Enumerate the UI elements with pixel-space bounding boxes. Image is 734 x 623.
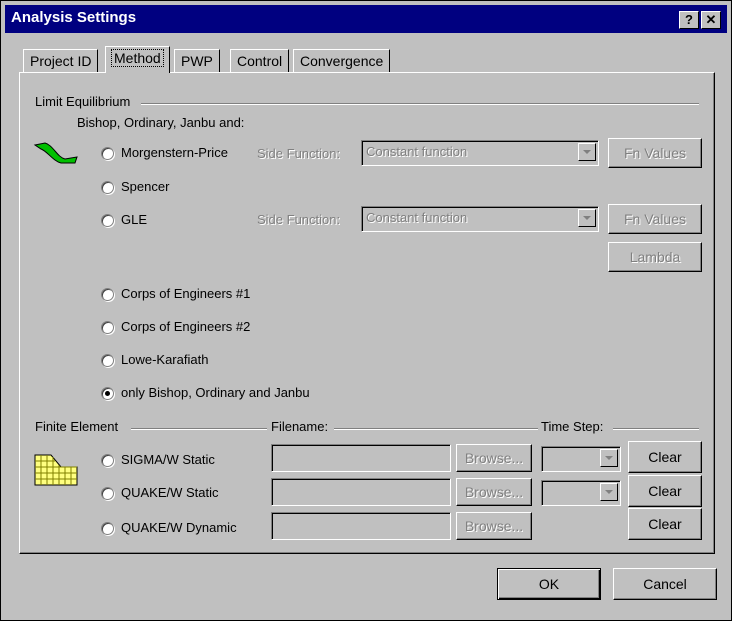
cancel-button[interactable]: Cancel bbox=[613, 568, 717, 600]
quake-static-time-step-dropdown[interactable] bbox=[541, 480, 621, 506]
morgenstern-price-radio[interactable] bbox=[101, 147, 114, 160]
quake-static-label: QUAKE/W Static bbox=[121, 485, 219, 500]
sigma-static-clear-button[interactable]: Clear bbox=[628, 441, 702, 473]
limit-equilibrium-group-label: Limit Equilibrium bbox=[35, 94, 131, 109]
group-divider bbox=[131, 428, 267, 430]
only-bishop-label: only Bishop, Ordinary and Janbu bbox=[121, 385, 310, 400]
spencer-label: Spencer bbox=[121, 179, 170, 194]
lowe-karafiath-radio[interactable] bbox=[101, 354, 114, 367]
sigma-static-radio[interactable] bbox=[101, 454, 114, 467]
quake-static-browse-button[interactable]: Browse... bbox=[456, 478, 532, 506]
corps2-radio[interactable] bbox=[101, 321, 114, 334]
slope-icon bbox=[33, 142, 78, 164]
tab-method[interactable]: Method bbox=[105, 46, 170, 73]
sigma-static-filename-field[interactable] bbox=[271, 444, 451, 472]
side-function-value: Constant function bbox=[366, 144, 468, 159]
quake-static-clear-button[interactable]: Clear bbox=[628, 475, 702, 507]
lambda-button[interactable]: Lambda bbox=[608, 242, 702, 272]
morgenstern-price-label: Morgenstern-Price bbox=[121, 145, 228, 160]
sigma-static-time-step-dropdown[interactable] bbox=[541, 446, 621, 472]
group-divider bbox=[613, 428, 699, 430]
title-bar[interactable]: Analysis Settings ? ✕ bbox=[5, 5, 727, 33]
side-function-value: Constant function bbox=[366, 210, 468, 225]
quake-dynamic-browse-button[interactable]: Browse... bbox=[456, 512, 532, 540]
finite-element-grid-icon bbox=[34, 454, 78, 486]
sigma-static-label: SIGMA/W Static bbox=[121, 452, 215, 467]
fn-values-button[interactable]: Fn Values bbox=[608, 138, 702, 168]
time-step-label: Time Step: bbox=[541, 419, 604, 434]
chevron-down-icon[interactable] bbox=[600, 449, 618, 467]
tab-label: Project ID bbox=[30, 53, 92, 69]
lowe-karafiath-label: Lowe-Karafiath bbox=[121, 352, 209, 367]
tab-label: Method bbox=[111, 49, 164, 67]
side-function-dropdown[interactable]: Constant function bbox=[361, 140, 599, 166]
corps1-label: Corps of Engineers #1 bbox=[121, 286, 251, 301]
side-function-label: Side Function: bbox=[257, 146, 341, 161]
quake-static-radio[interactable] bbox=[101, 487, 114, 500]
sigma-static-browse-button[interactable]: Browse... bbox=[456, 444, 532, 472]
chevron-down-icon[interactable] bbox=[578, 209, 596, 227]
chevron-down-icon[interactable] bbox=[600, 483, 618, 501]
gle-fn-values-button[interactable]: Fn Values bbox=[608, 204, 702, 234]
finite-element-group-label: Finite Element bbox=[35, 419, 119, 434]
gle-radio[interactable] bbox=[101, 214, 114, 227]
filename-label: Filename: bbox=[271, 419, 329, 434]
tab-label: Control bbox=[237, 53, 283, 69]
tab-project-id[interactable]: Project ID bbox=[23, 49, 99, 73]
tab-convergence[interactable]: Convergence bbox=[293, 49, 391, 73]
side-function-label: Side Function: bbox=[257, 212, 341, 227]
help-button[interactable]: ? bbox=[679, 11, 699, 29]
analysis-settings-dialog: Analysis Settings ? ✕ Project ID Method … bbox=[0, 0, 732, 621]
chevron-down-icon[interactable] bbox=[578, 143, 596, 161]
corps1-radio[interactable] bbox=[101, 288, 114, 301]
tab-label: Convergence bbox=[300, 53, 384, 69]
ok-button[interactable]: OK bbox=[497, 568, 601, 600]
group-divider bbox=[334, 428, 538, 430]
only-bishop-radio[interactable] bbox=[101, 387, 114, 400]
gle-label: GLE bbox=[121, 212, 148, 227]
spencer-radio[interactable] bbox=[101, 181, 114, 194]
method-subtitle: Bishop, Ordinary, Janbu and: bbox=[77, 115, 245, 130]
gle-side-function-dropdown[interactable]: Constant function bbox=[361, 206, 599, 232]
quake-dynamic-clear-button[interactable]: Clear bbox=[628, 508, 702, 540]
quake-static-filename-field[interactable] bbox=[271, 478, 451, 506]
tab-label: PWP bbox=[181, 53, 213, 69]
corps2-label: Corps of Engineers #2 bbox=[121, 319, 251, 334]
quake-dynamic-filename-field[interactable] bbox=[271, 512, 451, 540]
group-divider bbox=[141, 103, 699, 105]
close-button[interactable]: ✕ bbox=[701, 11, 721, 29]
tab-control[interactable]: Control bbox=[230, 49, 290, 73]
quake-dynamic-radio[interactable] bbox=[101, 522, 114, 535]
tab-pwp[interactable]: PWP bbox=[174, 49, 220, 73]
window-title: Analysis Settings bbox=[11, 9, 137, 26]
quake-dynamic-label: QUAKE/W Dynamic bbox=[121, 520, 237, 535]
